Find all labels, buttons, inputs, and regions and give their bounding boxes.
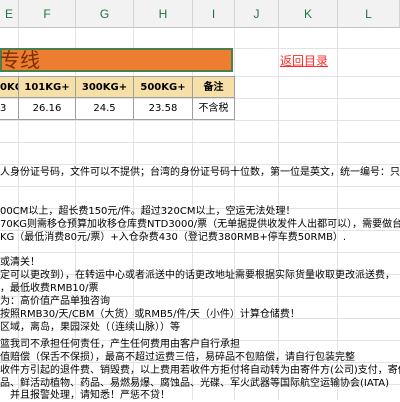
gridline bbox=[0, 142, 400, 143]
note-line[interactable]: 并且报警处理，请知悉！严惩不贷！ bbox=[0, 389, 170, 402]
column-label: K bbox=[303, 7, 312, 21]
table-header-cell[interactable]: 300KG+ bbox=[76, 76, 134, 98]
gridline bbox=[0, 252, 400, 253]
note-line[interactable]: ，最低收费RMB10/票 bbox=[0, 282, 99, 295]
column-label: J bbox=[253, 7, 260, 21]
banner-title: 专线 bbox=[0, 48, 40, 72]
gridline bbox=[0, 120, 400, 121]
gridline bbox=[0, 164, 400, 165]
column-header-g[interactable]: G bbox=[76, 0, 134, 28]
note-line[interactable]: 篮我司不承担任何责任，产生任何费用由客户自行承担 bbox=[0, 338, 240, 351]
table-header-cell[interactable]: 500KG+ bbox=[134, 76, 193, 98]
table-value-cell[interactable]: 23.58 bbox=[134, 98, 193, 120]
column-label: F bbox=[43, 7, 51, 21]
table-value-cell[interactable]: 不含税 bbox=[193, 98, 235, 120]
column-header-h[interactable]: H bbox=[134, 0, 193, 28]
column-header-k[interactable]: K bbox=[279, 0, 338, 28]
column-header-e[interactable]: E bbox=[0, 0, 19, 28]
column-header-f[interactable]: F bbox=[19, 0, 76, 28]
column-header-i[interactable]: I bbox=[193, 0, 235, 28]
note-line[interactable]: 按照RMB30/天/CBM（大货）或RMB5/件/天（小件）计算仓储费！ bbox=[0, 308, 300, 321]
column-label: G bbox=[99, 7, 110, 21]
column-label: E bbox=[4, 7, 13, 21]
table-header-cell[interactable]: 备注 bbox=[193, 76, 235, 98]
note-line[interactable]: KG（最低消费80元/票）+入仓杂费430（登记费380RMB+停车费50RMB… bbox=[0, 231, 346, 244]
note-line[interactable]: 定可以更改到），在转运中心或者派送中的话更改地址需要根据实际货量收取更改派送费， bbox=[0, 269, 395, 282]
return-to-index-link[interactable]: 返回目录 bbox=[280, 52, 328, 69]
table-value-cell[interactable]: 3 bbox=[0, 98, 19, 120]
column-label: L bbox=[365, 7, 372, 21]
column-header-j[interactable]: J bbox=[235, 0, 279, 28]
column-header-l[interactable]: L bbox=[338, 0, 400, 28]
table-header-cell[interactable]: 101KG+ bbox=[19, 76, 76, 98]
note-line[interactable]: 人身份证号码，文件可以不提供；台湾的身份证号码十位数，第一位是英文，统一编号：只 bbox=[0, 166, 400, 179]
column-label: H bbox=[158, 7, 168, 21]
note-line[interactable]: 00CM以上，超长费150元/件。超过320CM以上，空运无法处理！ bbox=[0, 205, 296, 218]
gridline bbox=[0, 186, 400, 187]
table-value-cell[interactable]: 26.16 bbox=[19, 98, 76, 120]
column-label: I bbox=[211, 7, 216, 21]
table-value-cell[interactable]: 24.5 bbox=[76, 98, 134, 120]
note-line[interactable]: 值赔偿（保舌不保损），最高不超过运费三倍，易碎品不包赔偿，请自行包装完整 bbox=[0, 351, 355, 364]
note-line[interactable]: 70KG则需移仓预算加收移仓库费NTD3000/票（无单据提供收发件人出都可以）… bbox=[0, 218, 400, 231]
note-line[interactable]: 或清关！ bbox=[0, 256, 40, 269]
gridline bbox=[337, 28, 338, 400]
note-line[interactable]: 区域，离岛，果园深处（（连续山脉））等 bbox=[0, 321, 180, 334]
note-line[interactable]: 收件方引起的退件费、销毁费，以上费用若收件方拒付将自动转为由寄件方(公司)支付，… bbox=[0, 364, 400, 377]
table-header-cell[interactable]: 0KG bbox=[0, 76, 19, 98]
note-line[interactable]: 为：高价值产品单独咨询 bbox=[0, 295, 110, 308]
